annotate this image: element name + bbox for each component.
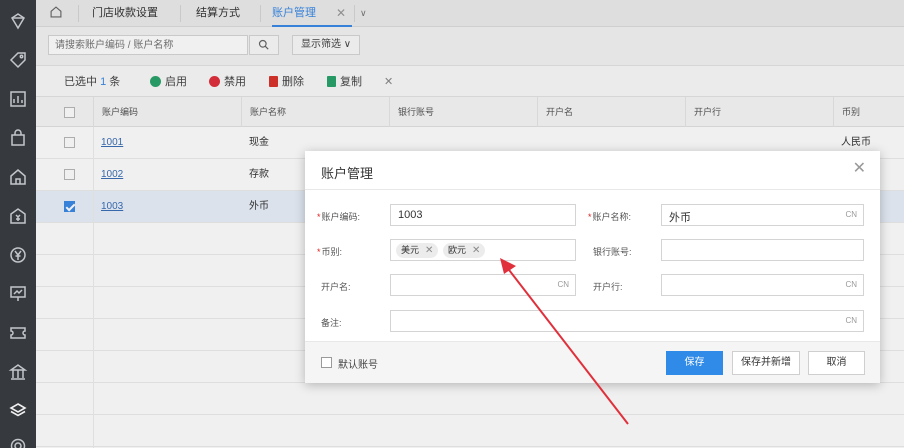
currency-chip: 欧元 ✕: [443, 243, 486, 258]
language-tag[interactable]: CN: [845, 210, 857, 219]
language-tag[interactable]: CN: [557, 280, 569, 289]
dialog-divider: [305, 189, 880, 190]
account-code-field[interactable]: 1003: [390, 204, 576, 226]
currency-chip-label: 美元: [401, 245, 420, 255]
account-code-value: 1003: [398, 209, 423, 221]
account-code-label: *账户编码:: [317, 210, 360, 223]
dialog-footer: 默认账号 保存 保存并新增 取消: [305, 341, 880, 383]
bank-account-label: 银行账号:: [593, 247, 632, 257]
currency-chip: 美元 ✕: [396, 243, 439, 258]
account-holder-label: 开户名:: [321, 282, 351, 292]
account-name-value: 外币: [669, 212, 691, 224]
default-account-label[interactable]: 默认账号: [338, 356, 378, 371]
account-name-field[interactable]: 外币 CN: [661, 204, 864, 226]
currency-label-text: 币别:: [321, 247, 343, 257]
account-holder-field[interactable]: CN: [390, 274, 576, 296]
language-tag[interactable]: CN: [845, 280, 857, 289]
currency-chip-label: 欧元: [448, 245, 467, 255]
bank-field[interactable]: CN: [661, 274, 864, 296]
save-button[interactable]: 保存: [666, 351, 723, 375]
account-management-dialog: 账户管理 ✕ *账户编码: 1003 *账户名称: 外币 CN *币别: 美元 ✕…: [305, 151, 880, 383]
account-code-label-text: 账户编码:: [321, 212, 361, 222]
chip-remove-icon[interactable]: ✕: [472, 245, 480, 256]
required-mark: *: [588, 212, 592, 222]
bank-label: 开户行:: [593, 282, 623, 292]
remark-field[interactable]: CN: [390, 310, 864, 332]
remark-label: 备注:: [321, 318, 342, 328]
cancel-button[interactable]: 取消: [808, 351, 865, 375]
required-mark: *: [317, 212, 321, 222]
save-and-new-button[interactable]: 保存并新增: [732, 351, 800, 375]
default-account-checkbox[interactable]: [321, 357, 332, 368]
account-name-label: *账户名称:: [588, 210, 631, 223]
bank-account-field[interactable]: [661, 239, 864, 261]
currency-multiselect[interactable]: 美元 ✕ 欧元 ✕: [390, 239, 576, 261]
currency-label: *币别:: [317, 245, 342, 258]
language-tag[interactable]: CN: [845, 316, 857, 325]
dialog-title: 账户管理: [321, 166, 374, 181]
required-mark: *: [317, 247, 321, 257]
dialog-close-icon[interactable]: ✕: [853, 160, 866, 178]
account-name-label-text: 账户名称:: [592, 212, 632, 222]
chip-remove-icon[interactable]: ✕: [425, 245, 433, 256]
